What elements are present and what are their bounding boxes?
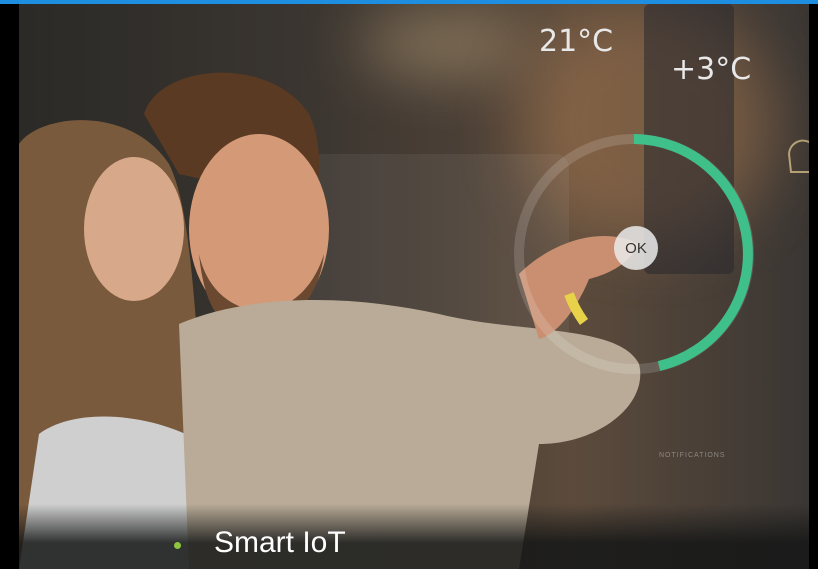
slide-frame: 21°C +3°C OK NOTIFICATIONS Smart IoT: [0, 0, 818, 569]
left-border: [0, 4, 19, 569]
bullet-text: Smart IoT: [214, 526, 346, 559]
ok-button[interactable]: OK: [614, 226, 658, 270]
people-illustration: [19, 72, 809, 569]
indoor-temperature: 21°C: [539, 24, 614, 59]
cloud-icon: [787, 139, 809, 173]
hero-photo: 21°C +3°C OK NOTIFICATIONS Smart IoT: [19, 4, 809, 569]
bullet-dot: [174, 541, 181, 549]
right-border: [809, 4, 818, 569]
woman-face: [84, 157, 184, 301]
notifications-label: NOTIFICATIONS: [659, 452, 726, 459]
caption-overlay: Smart IoT: [19, 504, 809, 569]
outdoor-temperature: +3°C: [671, 52, 752, 87]
bullet-item: Smart IoT: [174, 526, 346, 560]
